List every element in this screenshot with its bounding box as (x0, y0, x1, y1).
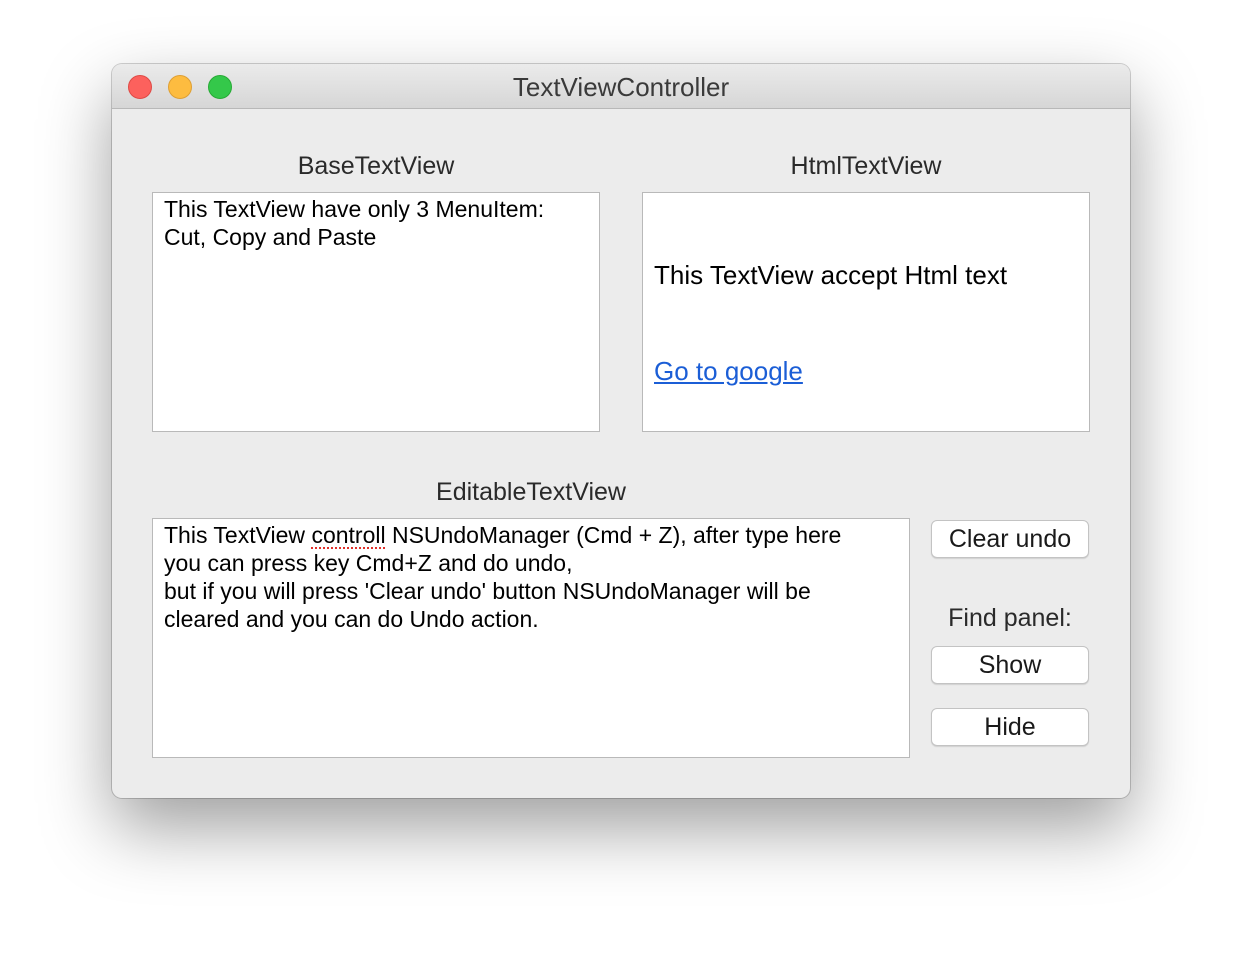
html-text-content: This TextView accept Html text (654, 260, 1008, 290)
editable-text-rest: you can press key Cmd+Z and do undo, but… (164, 550, 811, 632)
hide-find-panel-button[interactable]: Hide (931, 708, 1089, 746)
title-bar[interactable]: TextViewController (112, 64, 1130, 109)
base-text-view-label: BaseTextView (297, 152, 455, 180)
editable-text-line1-start: This TextView (164, 522, 312, 548)
window-title: TextViewController (512, 72, 730, 102)
google-link[interactable]: Go to google (654, 356, 803, 386)
clear-undo-button[interactable]: Clear undo (931, 520, 1089, 558)
show-find-panel-button[interactable]: Show (931, 646, 1089, 684)
window: TextViewController BaseTextView This Tex… (112, 64, 1130, 798)
editable-text-line1-end: NSUndoManager (Cmd + Z), after type here (385, 522, 842, 548)
html-text-view-label: HtmlTextView (790, 152, 942, 180)
misspelled-word: controll (311, 522, 386, 548)
editable-text-view-label: EditableTextView (436, 478, 626, 506)
base-text-view[interactable]: This TextView have only 3 MenuItem: Cut,… (152, 192, 600, 432)
find-panel-label: Find panel: (948, 604, 1072, 632)
html-text-view[interactable]: This TextView accept Html text Go to goo… (642, 192, 1090, 432)
editable-text-view[interactable]: This TextView controll NSUndoManager (Cm… (152, 518, 910, 758)
